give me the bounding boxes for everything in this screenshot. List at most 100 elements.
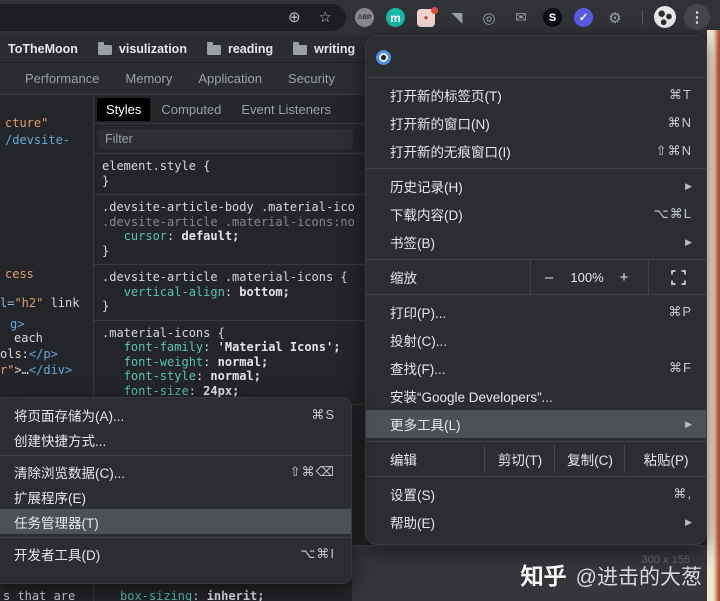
notification-badge (431, 6, 438, 14)
tab-performance[interactable]: Performance (25, 71, 99, 86)
bookmark-label: visulization (118, 41, 187, 56)
menu-item-history[interactable]: 历史记录(H) ▶ (366, 172, 706, 200)
tab-styles[interactable]: Styles (97, 97, 151, 121)
webpage-edge (707, 30, 720, 601)
menu-item-label: 编辑 (390, 453, 417, 468)
tab-event-listeners[interactable]: Event Listeners (232, 98, 340, 121)
menu-item-create-shortcut[interactable]: 创建快捷方式... (0, 427, 351, 452)
menu-item-help[interactable]: 帮助(E) ▶ (366, 508, 706, 536)
menu-item-loading-spinner[interactable] (366, 40, 706, 74)
dom-fragment: l="h2" link (0, 296, 80, 310)
menu-separator (0, 537, 351, 538)
paste-button[interactable]: 粘贴(P) (624, 445, 707, 473)
menu-item-shortcut: ⇧⌘N (655, 143, 692, 158)
cut-button[interactable]: 剪切(T) (484, 445, 555, 473)
people-extension-icon[interactable]: ● (417, 6, 438, 27)
menu-item-downloads[interactable]: 下载内容(D) ⌥⌘L (366, 200, 706, 228)
menu-separator (0, 455, 351, 456)
menu-item-edit[interactable]: 编辑 剪切(T) 复制(C) 粘贴(P) (366, 445, 706, 473)
menu-item-shortcut: ⌘T (669, 87, 692, 102)
menu-item-label: 创建快捷方式... (14, 433, 107, 449)
menu-separator (366, 476, 706, 477)
bookmark-writing[interactable]: writing (293, 41, 355, 56)
dom-fragment: cess (5, 267, 34, 281)
menu-item-save-page-as[interactable]: 将页面存储为(A)... ⌘S (0, 402, 351, 427)
dom-fragment: r">…</div> (0, 363, 73, 377)
gear-extension-icon[interactable]: ⚙ (605, 8, 625, 28)
bookmark-star-icon[interactable]: ☆ (319, 10, 332, 25)
menu-item-new-incognito-window[interactable]: 打开新的无痕窗口(I) ⇧⌘N (366, 137, 706, 165)
dom-fragment: s that are (3, 589, 76, 601)
menu-item-label: 安装“Google Developers”... (390, 390, 553, 405)
menu-item-label: 更多工具(L) (390, 418, 461, 433)
copy-button[interactable]: 复制(C) (554, 445, 625, 473)
menu-item-new-window[interactable]: 打开新的窗口(N) ⌘N (366, 109, 706, 137)
profile-avatar[interactable] (654, 6, 676, 28)
adblock-icon[interactable]: ABP (355, 8, 374, 27)
menu-item-new-tab[interactable]: 打开新的标签页(T) ⌘T (366, 81, 706, 109)
address-bar[interactable]: ⊕ ☆ (0, 4, 346, 31)
menu-item-cast[interactable]: 投射(C)... (366, 326, 706, 354)
dom-fragment: each (14, 331, 43, 345)
m-extension-icon[interactable]: m (386, 8, 405, 27)
menu-item-shortcut: ⌥⌘L (653, 206, 692, 221)
dom-fragment: cture" (5, 116, 49, 130)
mail-extension-icon[interactable]: ✉ (511, 8, 531, 28)
browser-menu-button[interactable]: ⋮ (684, 4, 710, 30)
menu-item-label: 帮助(E) (390, 516, 435, 531)
bookmark-tothemoon[interactable]: ToTheMoon (8, 42, 78, 56)
bookmark-visulization[interactable]: visulization (97, 41, 187, 56)
menu-item-shortcut: ⌘S (311, 406, 335, 422)
zoom-out-button[interactable]: – (537, 263, 561, 291)
menu-item-label: 缩放 (390, 271, 417, 286)
menu-item-zoom[interactable]: 缩放 –100% + (366, 259, 706, 295)
menu-item-extensions[interactable]: 扩展程序(E) (0, 484, 351, 509)
menu-item-shortcut: ⌘, (673, 486, 692, 501)
extensions-row: ABP m ● ◥ ◎ ✉ S ✓ ⚙ (355, 0, 625, 35)
bookmark-reading[interactable]: reading (206, 41, 273, 56)
tab-application[interactable]: Application (198, 71, 262, 86)
cursor-arrow-extension-icon[interactable]: ◥ (447, 8, 467, 28)
menu-item-shortcut: ⌘F (669, 360, 692, 375)
menu-item-shortcut: ⌥⌘I (300, 545, 335, 561)
menu-item-install-pwa[interactable]: 安装“Google Developers”... (366, 382, 706, 410)
bookmark-label: ToTheMoon (8, 41, 78, 56)
menu-item-find[interactable]: 查找(F)... ⌘F (366, 354, 706, 382)
console-drawer: 300 x 155 知乎 @进击的大葱 (352, 545, 720, 601)
submenu-arrow-icon: ▶ (685, 236, 692, 247)
styles-filter-input[interactable]: Filter (98, 129, 353, 149)
menu-separator (366, 168, 706, 169)
menu-item-label: 打开新的窗口(N) (390, 117, 490, 132)
target-extension-icon[interactable]: ◎ (479, 8, 499, 28)
menu-item-label: 打开新的无痕窗口(I) (390, 145, 511, 160)
menu-separator (366, 77, 706, 78)
menu-item-settings[interactable]: 设置(S) ⌘, (366, 480, 706, 508)
divider (530, 259, 531, 295)
zoom-page-icon[interactable]: ⊕ (288, 10, 301, 25)
submenu-arrow-icon: ▶ (685, 418, 692, 429)
tab-computed[interactable]: Computed (152, 98, 230, 121)
menu-item-print[interactable]: 打印(P)... ⌘P (366, 298, 706, 326)
watermark: 知乎 @进击的大葱 (521, 557, 702, 591)
menu-item-developer-tools[interactable]: 开发者工具(D) ⌥⌘I (0, 541, 351, 566)
menu-item-label: 投射(C)... (390, 334, 447, 349)
zoom-value: 100% (570, 269, 604, 285)
check-extension-icon[interactable]: ✓ (574, 8, 593, 27)
menu-item-clear-browsing-data[interactable]: 清除浏览数据(C)... ⇧⌘⌫ (0, 459, 351, 484)
menu-item-shortcut: ⌘N (667, 115, 692, 130)
browser-toolbar: ⊕ ☆ ABP m ● ◥ ◎ ✉ S ✓ ⚙ ⋮ (0, 0, 720, 35)
tab-security[interactable]: Security (288, 71, 335, 86)
toolbar-divider (642, 10, 643, 25)
s-extension-icon[interactable]: S (543, 8, 562, 27)
menu-item-label: 开发者工具(D) (14, 547, 101, 563)
watermark-handle: @进击的大葱 (575, 566, 702, 589)
tab-memory[interactable]: Memory (125, 71, 172, 86)
menu-item-bookmarks[interactable]: 书签(B) ▶ (366, 228, 706, 256)
zoom-in-button[interactable]: + (612, 263, 636, 291)
menu-item-label: 将页面存储为(A)... (14, 408, 125, 424)
menu-item-task-manager[interactable]: 任务管理器(T) (0, 509, 351, 534)
fullscreen-icon[interactable] (671, 270, 686, 285)
submenu-arrow-icon: ▶ (685, 180, 692, 191)
menu-item-more-tools[interactable]: 更多工具(L) ▶ (366, 410, 706, 438)
menu-item-label: 历史记录(H) (390, 180, 463, 195)
